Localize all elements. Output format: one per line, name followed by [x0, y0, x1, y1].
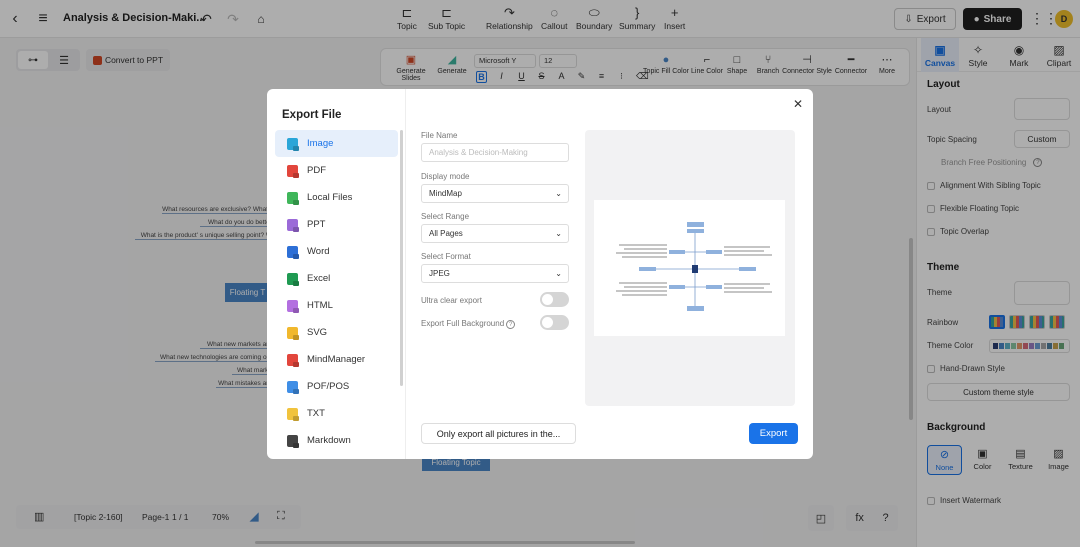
excel-file-icon: [287, 272, 298, 285]
format-item-txt[interactable]: TXT: [275, 400, 398, 427]
close-icon[interactable]: ✕: [791, 97, 805, 111]
select-range-select[interactable]: All Pages ⌄: [421, 224, 569, 243]
format-label: POF/POS: [307, 381, 350, 392]
txt-file-icon: [287, 407, 298, 420]
format-label: Local Files: [307, 192, 353, 203]
file-name-input[interactable]: Analysis & Decision-Making: [421, 143, 569, 162]
only-export-pictures-button[interactable]: Only export all pictures in the...: [421, 423, 576, 444]
chevron-down-icon: ⌄: [555, 229, 562, 238]
preview-image: [594, 200, 785, 336]
mindmap-thumbnail: [616, 222, 772, 311]
format-label: HTML: [307, 300, 333, 311]
ultra-clear-toggle[interactable]: [540, 292, 569, 307]
image-file-icon: [287, 137, 298, 150]
select-format-select[interactable]: JPEG ⌄: [421, 264, 569, 283]
format-item-excel[interactable]: Excel: [275, 265, 398, 292]
format-label: TXT: [307, 408, 325, 419]
format-list: Image PDF Local Files PPT Word Excel HTML SVG Mi…: [275, 130, 398, 454]
export-file-dialog: Export File Image PDF Local Files PPT Word Ex…: [267, 89, 813, 459]
format-label: Word: [307, 246, 330, 257]
format-item-markdown[interactable]: Markdown: [275, 427, 398, 454]
ultra-clear-label: Ultra clear export: [421, 296, 482, 305]
format-sidebar: Export File Image PDF Local Files PPT Word Ex…: [267, 89, 406, 459]
format-label: SVG: [307, 327, 328, 338]
format-item-pdf[interactable]: PDF: [275, 157, 398, 184]
word-file-icon: [287, 245, 298, 258]
format-item-word[interactable]: Word: [275, 238, 398, 265]
format-label: PDF: [307, 165, 326, 176]
select-range-label: Select Range: [421, 212, 470, 221]
html-file-icon: [287, 299, 298, 312]
file-name-label: File Name: [421, 131, 458, 140]
info-icon: ?: [506, 320, 516, 329]
format-label: MindManager: [307, 354, 366, 365]
pof-pos-file-icon: [287, 380, 298, 393]
format-label: Markdown: [307, 435, 351, 446]
display-mode-label: Display mode: [421, 172, 470, 181]
format-item-svg[interactable]: SVG: [275, 319, 398, 346]
chevron-down-icon: ⌄: [555, 189, 562, 198]
ppt-file-icon: [287, 218, 298, 231]
format-list-scrollbar[interactable]: [400, 130, 403, 386]
export-full-background-label: Export Full Background?: [421, 319, 516, 329]
svg-file-icon: [287, 326, 298, 339]
format-label: Image: [307, 138, 334, 149]
format-item-html[interactable]: HTML: [275, 292, 398, 319]
format-label: PPT: [307, 219, 326, 230]
export-full-background-toggle[interactable]: [540, 315, 569, 330]
format-label: Excel: [307, 273, 331, 284]
display-mode-select[interactable]: MindMap ⌄: [421, 184, 569, 203]
export-preview: [585, 130, 795, 406]
export-button[interactable]: Export: [749, 423, 798, 444]
markdown-file-icon: [287, 434, 298, 447]
pdf-file-icon: [287, 164, 298, 177]
format-item-ppt[interactable]: PPT: [275, 211, 398, 238]
format-item-pof-pos[interactable]: POF/POS: [275, 373, 398, 400]
select-format-label: Select Format: [421, 252, 471, 261]
format-item-mindmanager[interactable]: MindManager: [275, 346, 398, 373]
format-item-local-files[interactable]: Local Files: [275, 184, 398, 211]
mindmanager-file-icon: [287, 353, 298, 366]
local-files-file-icon: [287, 191, 298, 204]
format-item-image[interactable]: Image: [275, 130, 398, 157]
chevron-down-icon: ⌄: [555, 269, 562, 278]
dialog-title: Export File: [282, 109, 342, 121]
